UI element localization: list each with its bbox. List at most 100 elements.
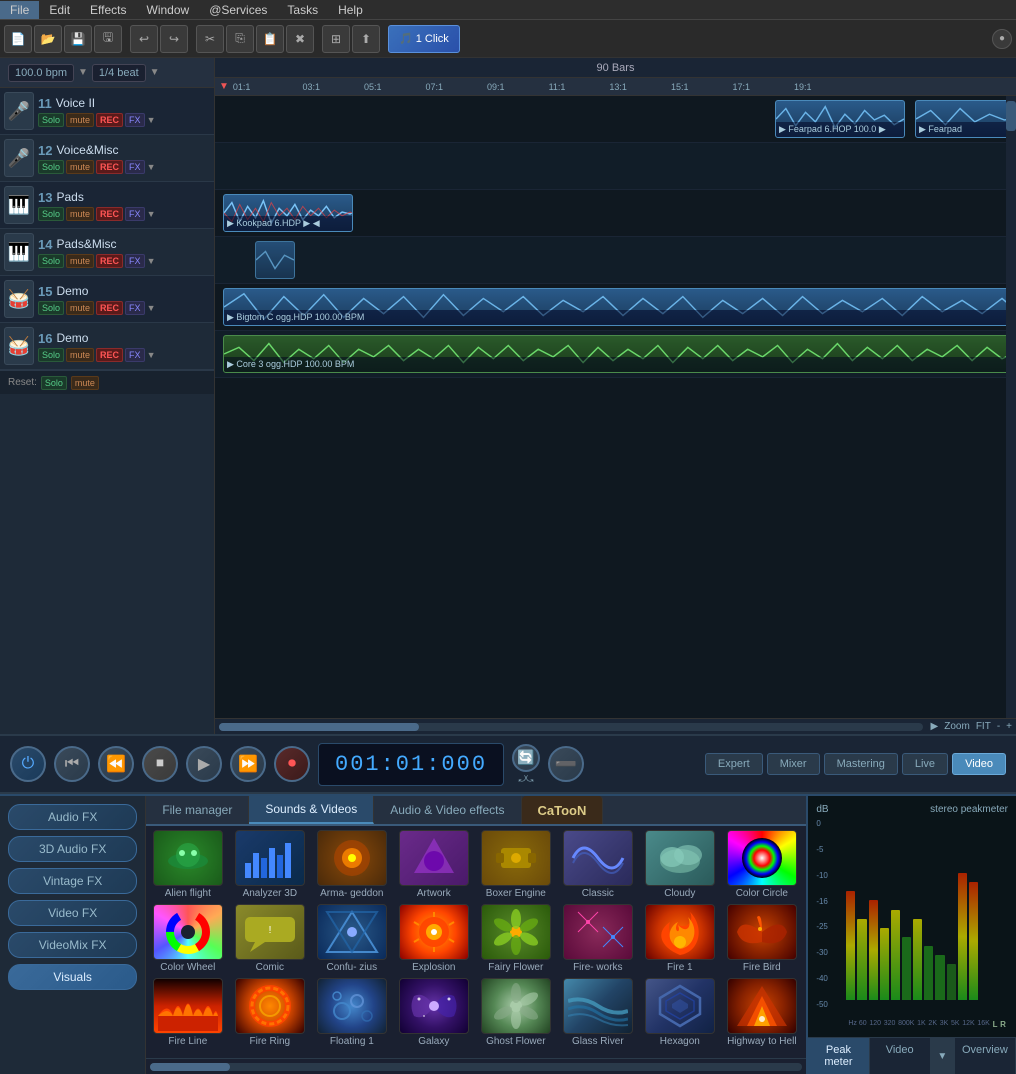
stop-button[interactable]: ⏹ <box>142 746 178 782</box>
peak-meter-btn[interactable]: Peak meter <box>808 1038 869 1074</box>
visuals-btn[interactable]: Visuals <box>8 964 137 990</box>
visual-galaxy[interactable]: Galaxy <box>396 978 471 1048</box>
fast-forward-button[interactable]: ⏩ <box>230 746 266 782</box>
fit-label[interactable]: FIT <box>976 721 991 732</box>
visuals-grid[interactable]: Alien flight Analyzer 3D Arma- geddon <box>146 826 806 1058</box>
menu-help[interactable]: Help <box>328 1 373 19</box>
expert-btn[interactable]: Expert <box>705 753 763 775</box>
video-btn[interactable]: Video <box>952 753 1006 775</box>
visual-fire-ring[interactable]: Fire Ring <box>232 978 307 1048</box>
waveform-11a[interactable]: ▶ Fearpad 6.HOP 100.0 ▶ <box>775 100 905 138</box>
3d-audio-fx-btn[interactable]: 3D Audio FX <box>8 836 137 862</box>
waveform-14[interactable] <box>255 241 295 279</box>
tab-file-manager[interactable]: File manager <box>146 796 249 824</box>
beat-dropdown-arrow[interactable]: ▼ <box>150 67 160 78</box>
rewind-start-button[interactable]: ⏮ <box>54 746 90 782</box>
tab-catoon[interactable]: CaTooN <box>522 796 604 824</box>
visual-glass-river[interactable]: Glass River <box>560 978 635 1048</box>
reset-mute-btn[interactable]: mute <box>71 376 99 390</box>
browser-h-scroll-thumb[interactable] <box>150 1063 230 1071</box>
redo-button[interactable]: ↪ <box>160 25 188 53</box>
mastering-btn[interactable]: Mastering <box>824 753 898 775</box>
browser-scrollbar[interactable] <box>146 1058 806 1074</box>
fx-btn-14[interactable]: FX <box>125 254 145 268</box>
waveform-15[interactable]: ▶ Bigtom C ogg.HDP 100.00 BPM <box>223 288 1013 326</box>
fx-btn-11[interactable]: FX <box>125 113 145 127</box>
visual-highway-to-hell[interactable]: Highway to Hell <box>724 978 799 1048</box>
menu-file[interactable]: File <box>0 1 39 19</box>
browser-h-scroll-track[interactable] <box>150 1063 802 1071</box>
visual-fire-bird[interactable]: Fire Bird <box>724 904 799 974</box>
visual-hexagon[interactable]: Hexagon <box>642 978 717 1048</box>
zoom-minus[interactable]: - <box>997 721 1000 732</box>
visual-explosion[interactable]: Explosion <box>396 904 471 974</box>
play-button[interactable]: ▶ <box>186 746 222 782</box>
visual-classic[interactable]: Classic <box>560 830 635 900</box>
visual-artwork[interactable]: Artwork <box>396 830 471 900</box>
play-arrow[interactable]: ▶ <box>931 721 939 732</box>
export-button[interactable]: ⬆ <box>352 25 380 53</box>
new-button[interactable]: 📄 <box>4 25 32 53</box>
visual-comic[interactable]: ! Comic <box>232 904 307 974</box>
mute-btn-16[interactable]: mute <box>66 348 94 362</box>
menu-edit[interactable]: Edit <box>39 1 80 19</box>
undo-button[interactable]: ↩ <box>130 25 158 53</box>
mute-btn-15[interactable]: mute <box>66 301 94 315</box>
videomix-fx-btn[interactable]: VideoMix FX <box>8 932 137 958</box>
visual-analyzer-3d[interactable]: Analyzer 3D <box>232 830 307 900</box>
visual-ghost-flower[interactable]: Ghost Flower <box>478 978 553 1048</box>
bounce-button[interactable]: ⊞ <box>322 25 350 53</box>
rec-btn-11[interactable]: REC <box>96 113 123 127</box>
fx-btn-13[interactable]: FX <box>125 207 145 221</box>
zoom-plus[interactable]: + <box>1006 721 1012 732</box>
one-click-button[interactable]: 🎵 1 Click <box>388 25 460 53</box>
solo-btn-13[interactable]: Solo <box>38 207 64 221</box>
paste-button[interactable]: 📋 <box>256 25 284 53</box>
rec-btn-16[interactable]: REC <box>96 348 123 362</box>
visual-floating-1[interactable]: Floating 1 <box>314 978 389 1048</box>
vertical-scrollbar[interactable] <box>1006 96 1016 718</box>
waveform-16[interactable]: ▶ Core 3 ogg.HDP 100.00 BPM <box>223 335 1013 373</box>
fx-btn-15[interactable]: FX <box>125 301 145 315</box>
mute-btn-13[interactable]: mute <box>66 207 94 221</box>
power-button[interactable]: ⏻ <box>10 746 46 782</box>
solo-btn-12[interactable]: Solo <box>38 160 64 174</box>
reset-solo-btn[interactable]: Solo <box>41 376 67 390</box>
mixer-btn[interactable]: Mixer <box>767 753 820 775</box>
meter-dropdown-btn[interactable]: ▼ <box>931 1038 955 1074</box>
vertical-scrollbar-thumb[interactable] <box>1006 101 1016 131</box>
vintage-fx-btn[interactable]: Vintage FX <box>8 868 137 894</box>
fx-btn-12[interactable]: FX <box>125 160 145 174</box>
menu-services[interactable]: @Services <box>199 1 277 19</box>
visual-fire-1[interactable]: Fire 1 <box>642 904 717 974</box>
h-scrollbar-thumb[interactable] <box>219 723 419 731</box>
rec-btn-14[interactable]: REC <box>96 254 123 268</box>
cut-button[interactable]: ✂ <box>196 25 224 53</box>
waveform-11b[interactable]: ▶ Fearpad <box>915 100 1015 138</box>
visual-fire-line[interactable]: Fire Line <box>150 978 225 1048</box>
solo-btn-16[interactable]: Solo <box>38 348 64 362</box>
tab-sounds-videos[interactable]: Sounds & Videos <box>249 796 374 824</box>
menu-window[interactable]: Window <box>137 1 200 19</box>
rewind-button[interactable]: ⏪ <box>98 746 134 782</box>
visual-color-circle[interactable]: Color Circle <box>724 830 799 900</box>
visual-fireworks[interactable]: Fire- works <box>560 904 635 974</box>
loop-button[interactable]: 🔄 <box>512 744 540 772</box>
menu-tasks[interactable]: Tasks <box>277 1 328 19</box>
tab-audio-video-effects[interactable]: Audio & Video effects <box>374 796 521 824</box>
visual-color-wheel[interactable]: Color Wheel <box>150 904 225 974</box>
solo-btn-11[interactable]: Solo <box>38 113 64 127</box>
mute-btn-11[interactable]: mute <box>66 113 94 127</box>
solo-btn-15[interactable]: Solo <box>38 301 64 315</box>
h-scrollbar-track[interactable] <box>219 723 923 731</box>
rec-btn-13[interactable]: REC <box>96 207 123 221</box>
minus-button[interactable]: ➖ <box>548 746 584 782</box>
visual-fairy-flower[interactable]: Fairy Flower <box>478 904 553 974</box>
fx-btn-16[interactable]: FX <box>125 348 145 362</box>
clear-button[interactable]: ✖ <box>286 25 314 53</box>
visual-cloudy[interactable]: Cloudy <box>642 830 717 900</box>
beat-display[interactable]: 1/4 beat <box>92 64 146 82</box>
record-button[interactable]: ⏺ <box>274 746 310 782</box>
save-button[interactable]: 💾 <box>64 25 92 53</box>
video-meter-btn[interactable]: Video <box>870 1038 931 1074</box>
